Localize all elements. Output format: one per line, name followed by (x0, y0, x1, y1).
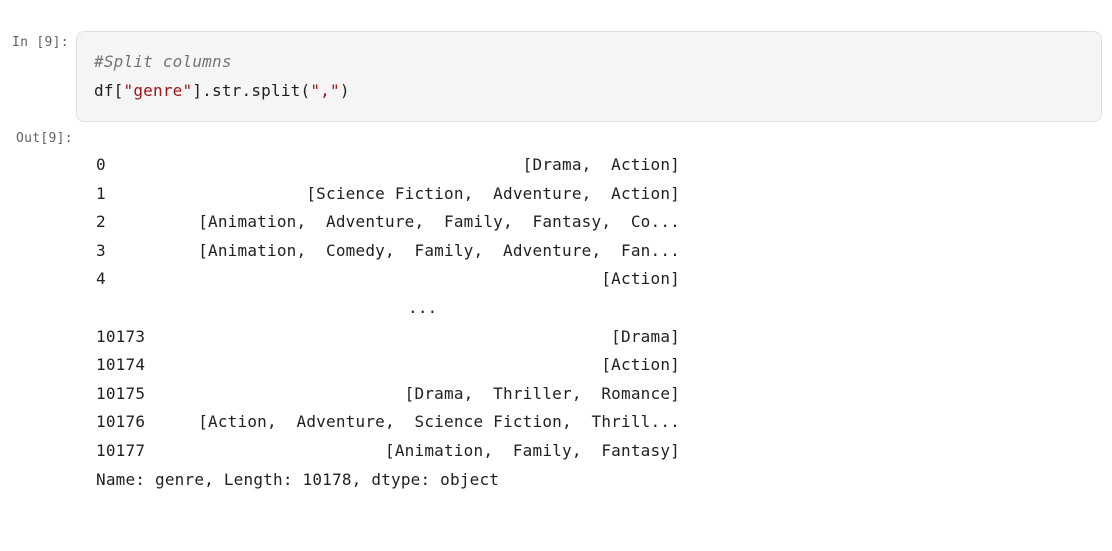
row-index: 10177 (96, 440, 146, 460)
row-index: 10174 (96, 355, 146, 375)
output-row: 10173 [Drama] (96, 323, 680, 352)
code-token: ) (339, 81, 350, 100)
row-value: [Action] (601, 269, 680, 289)
cell-output: 0 [Drama, Action] 1 [Science Fiction, Ad… (96, 151, 680, 494)
row-index: 10176 (96, 412, 146, 432)
output-row: 2 [Animation, Adventure, Family, Fantasy… (96, 208, 680, 237)
input-prompt: In [9]: (12, 35, 69, 50)
output-prompt: Out[9]: (16, 131, 73, 146)
row-value: [Animation, Comedy, Family, Adventure, F… (198, 240, 680, 260)
code-token: df[ (94, 81, 124, 100)
code-statement: df["genre"].str.split(",") (94, 81, 350, 100)
output-row: 3 [Animation, Comedy, Family, Adventure,… (96, 237, 680, 266)
output-row: 10175 [Drama, Thriller, Romance] (96, 380, 680, 409)
row-value: [Animation, Family, Fantasy] (385, 440, 680, 460)
series-footer: Name: genre, Length: 10178, dtype: objec… (96, 469, 500, 489)
output-row: 10176 [Action, Adventure, Science Fictio… (96, 408, 680, 437)
code-token: ].str.split( (192, 81, 311, 100)
row-value: [Drama, Action] (522, 155, 680, 174)
row-index: 3 (96, 240, 106, 260)
row-index: 10173 (96, 326, 146, 346)
row-index: 4 (96, 269, 106, 289)
output-row: 0 [Drama, Action] (96, 151, 680, 180)
row-value: [Animation, Adventure, Family, Fantasy, … (198, 212, 680, 232)
row-value-ellipsis: ... (408, 297, 438, 317)
row-index: 0 (96, 155, 106, 174)
code-string-comma: "," (310, 81, 340, 100)
output-row: 10177 [Animation, Family, Fantasy] (96, 437, 680, 466)
row-value: [Science Fiction, Adventure, Action] (306, 183, 680, 203)
output-row: 1 [Science Fiction, Adventure, Action] (96, 180, 680, 209)
output-row: 10174 [Action] (96, 351, 680, 380)
row-index: 2 (96, 212, 106, 232)
row-value: [Action, Adventure, Science Fiction, Thr… (198, 412, 680, 432)
row-value: [Action] (601, 355, 680, 375)
row-index: 10175 (96, 383, 146, 403)
row-value: [Drama] (611, 326, 680, 346)
code-string-genre: "genre" (123, 81, 193, 100)
output-row: 4 [Action] (96, 265, 680, 294)
code-cell-editor[interactable]: #Split columns df["genre"].str.split(","… (76, 31, 1102, 122)
output-ellipsis-row: ... (96, 294, 680, 323)
row-value: [Drama, Thriller, Romance] (404, 383, 680, 403)
row-index: 1 (96, 183, 106, 203)
code-comment: #Split columns (94, 52, 232, 71)
